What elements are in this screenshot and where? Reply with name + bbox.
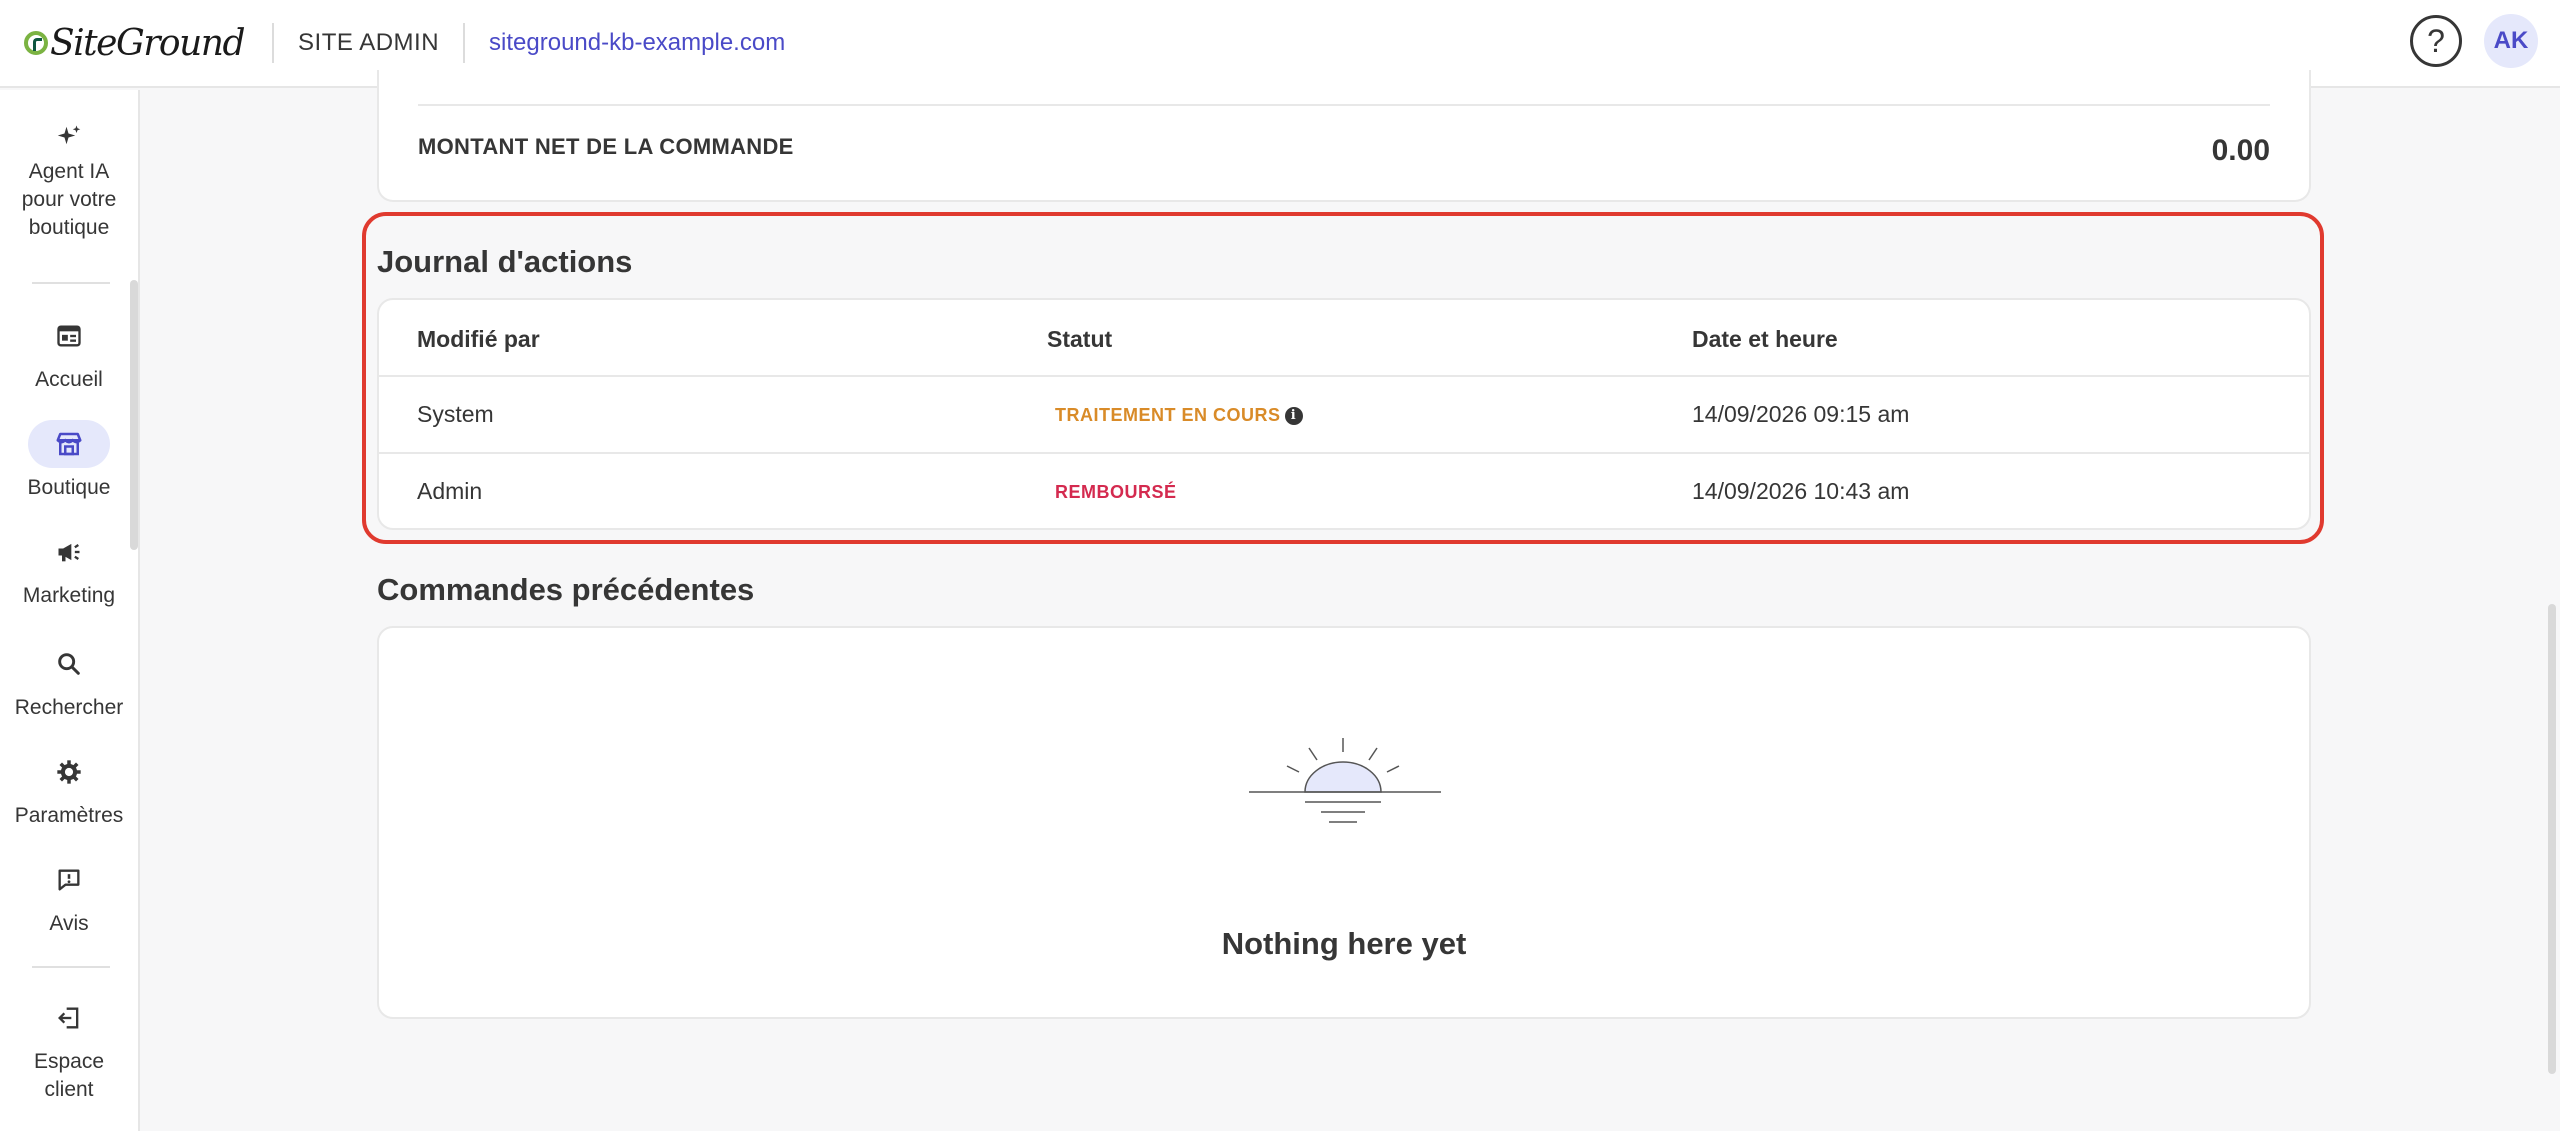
sidebar-item-label: Rechercher bbox=[14, 696, 124, 719]
page-scrollbar[interactable] bbox=[2548, 604, 2556, 1074]
site-admin-label: SITE ADMIN bbox=[298, 29, 440, 56]
column-header-datetime: Date et heure bbox=[1692, 326, 1838, 352]
table-row: System TRAITEMENT EN COURS i 14/09/2026 0… bbox=[379, 375, 2309, 452]
review-icon bbox=[28, 856, 110, 904]
megaphone-icon bbox=[28, 528, 110, 576]
net-amount-value: 0.00 bbox=[2211, 134, 2270, 167]
column-header-modified-by: Modifié par bbox=[417, 326, 540, 352]
sidebar-item-label: Marketing bbox=[22, 584, 116, 607]
site-domain-link[interactable]: siteground-kb-example.com bbox=[465, 29, 785, 57]
sidebar-item-accueil[interactable]: Accueil bbox=[0, 312, 138, 394]
sidebar-item-avis[interactable]: Avis bbox=[0, 856, 138, 938]
modified-by-cell: Admin bbox=[417, 478, 483, 504]
sidebar-item-parametres[interactable]: Paramètres bbox=[0, 748, 138, 830]
logout-icon bbox=[28, 994, 110, 1042]
sidebar-item-label: Avis bbox=[49, 912, 89, 935]
action-log-title: Journal d'actions bbox=[377, 244, 633, 279]
help-button[interactable]: ? bbox=[2410, 15, 2462, 67]
sparkle-icon bbox=[28, 120, 110, 156]
sidebar-item-marketing[interactable]: Marketing bbox=[0, 528, 138, 610]
sidebar-item-label: Accueil bbox=[35, 368, 103, 391]
sidebar-item-label: Agent IA pour votre boutique bbox=[21, 160, 117, 239]
siteground-logo-icon bbox=[24, 31, 48, 55]
sidebar-item-label: Paramètres bbox=[14, 804, 124, 827]
divider bbox=[418, 104, 2270, 106]
sidebar-item-label: Boutique bbox=[27, 476, 111, 499]
sidebar-item-rechercher[interactable]: Rechercher bbox=[0, 640, 138, 722]
table-row: Admin REMBOURSÉ 14/09/2026 10:43 am bbox=[379, 452, 2309, 529]
modified-by-cell: System bbox=[417, 401, 494, 427]
siteground-logo[interactable]: SiteGround bbox=[24, 0, 246, 87]
status-badge: TRAITEMENT EN COURS i bbox=[1055, 405, 1303, 426]
sunset-illustration-icon bbox=[1249, 738, 1441, 823]
status-badge: REMBOURSÉ bbox=[1055, 482, 1177, 502]
dashboard-icon bbox=[28, 312, 110, 360]
sidebar-divider bbox=[32, 966, 110, 968]
datetime-cell: 14/09/2026 10:43 am bbox=[1692, 478, 1910, 504]
datetime-cell: 14/09/2026 09:15 am bbox=[1692, 401, 1910, 427]
action-log-table: Modifié par Statut Date et heure System … bbox=[377, 298, 2311, 530]
sidebar: Agent IA pour votre boutique Accueil Bou… bbox=[0, 90, 140, 1131]
info-icon[interactable]: i bbox=[1284, 407, 1303, 425]
sidebar-divider bbox=[32, 282, 110, 284]
net-amount-label: MONTANT NET DE LA COMMANDE bbox=[418, 134, 794, 159]
sidebar-item-agent-ia[interactable]: Agent IA pour votre boutique bbox=[0, 120, 138, 242]
column-header-status: Statut bbox=[1047, 326, 1113, 352]
empty-state-message: Nothing here yet bbox=[1221, 926, 1467, 961]
sidebar-item-label: Espace client bbox=[33, 1050, 105, 1101]
sidebar-item-boutique[interactable]: Boutique bbox=[0, 420, 138, 502]
store-icon bbox=[28, 420, 110, 468]
help-icon: ? bbox=[2427, 22, 2445, 59]
sidebar-item-espace-client[interactable]: Espace client bbox=[0, 994, 138, 1104]
search-icon bbox=[28, 640, 110, 688]
status-badge-label: TRAITEMENT EN COURS bbox=[1055, 405, 1281, 425]
avatar[interactable]: AK bbox=[2484, 14, 2538, 68]
previous-orders-title: Commandes précédentes bbox=[377, 572, 755, 607]
previous-orders-card: Nothing here yet bbox=[377, 626, 2311, 1019]
gear-icon bbox=[28, 748, 110, 796]
logo-text: SiteGround bbox=[50, 22, 246, 64]
